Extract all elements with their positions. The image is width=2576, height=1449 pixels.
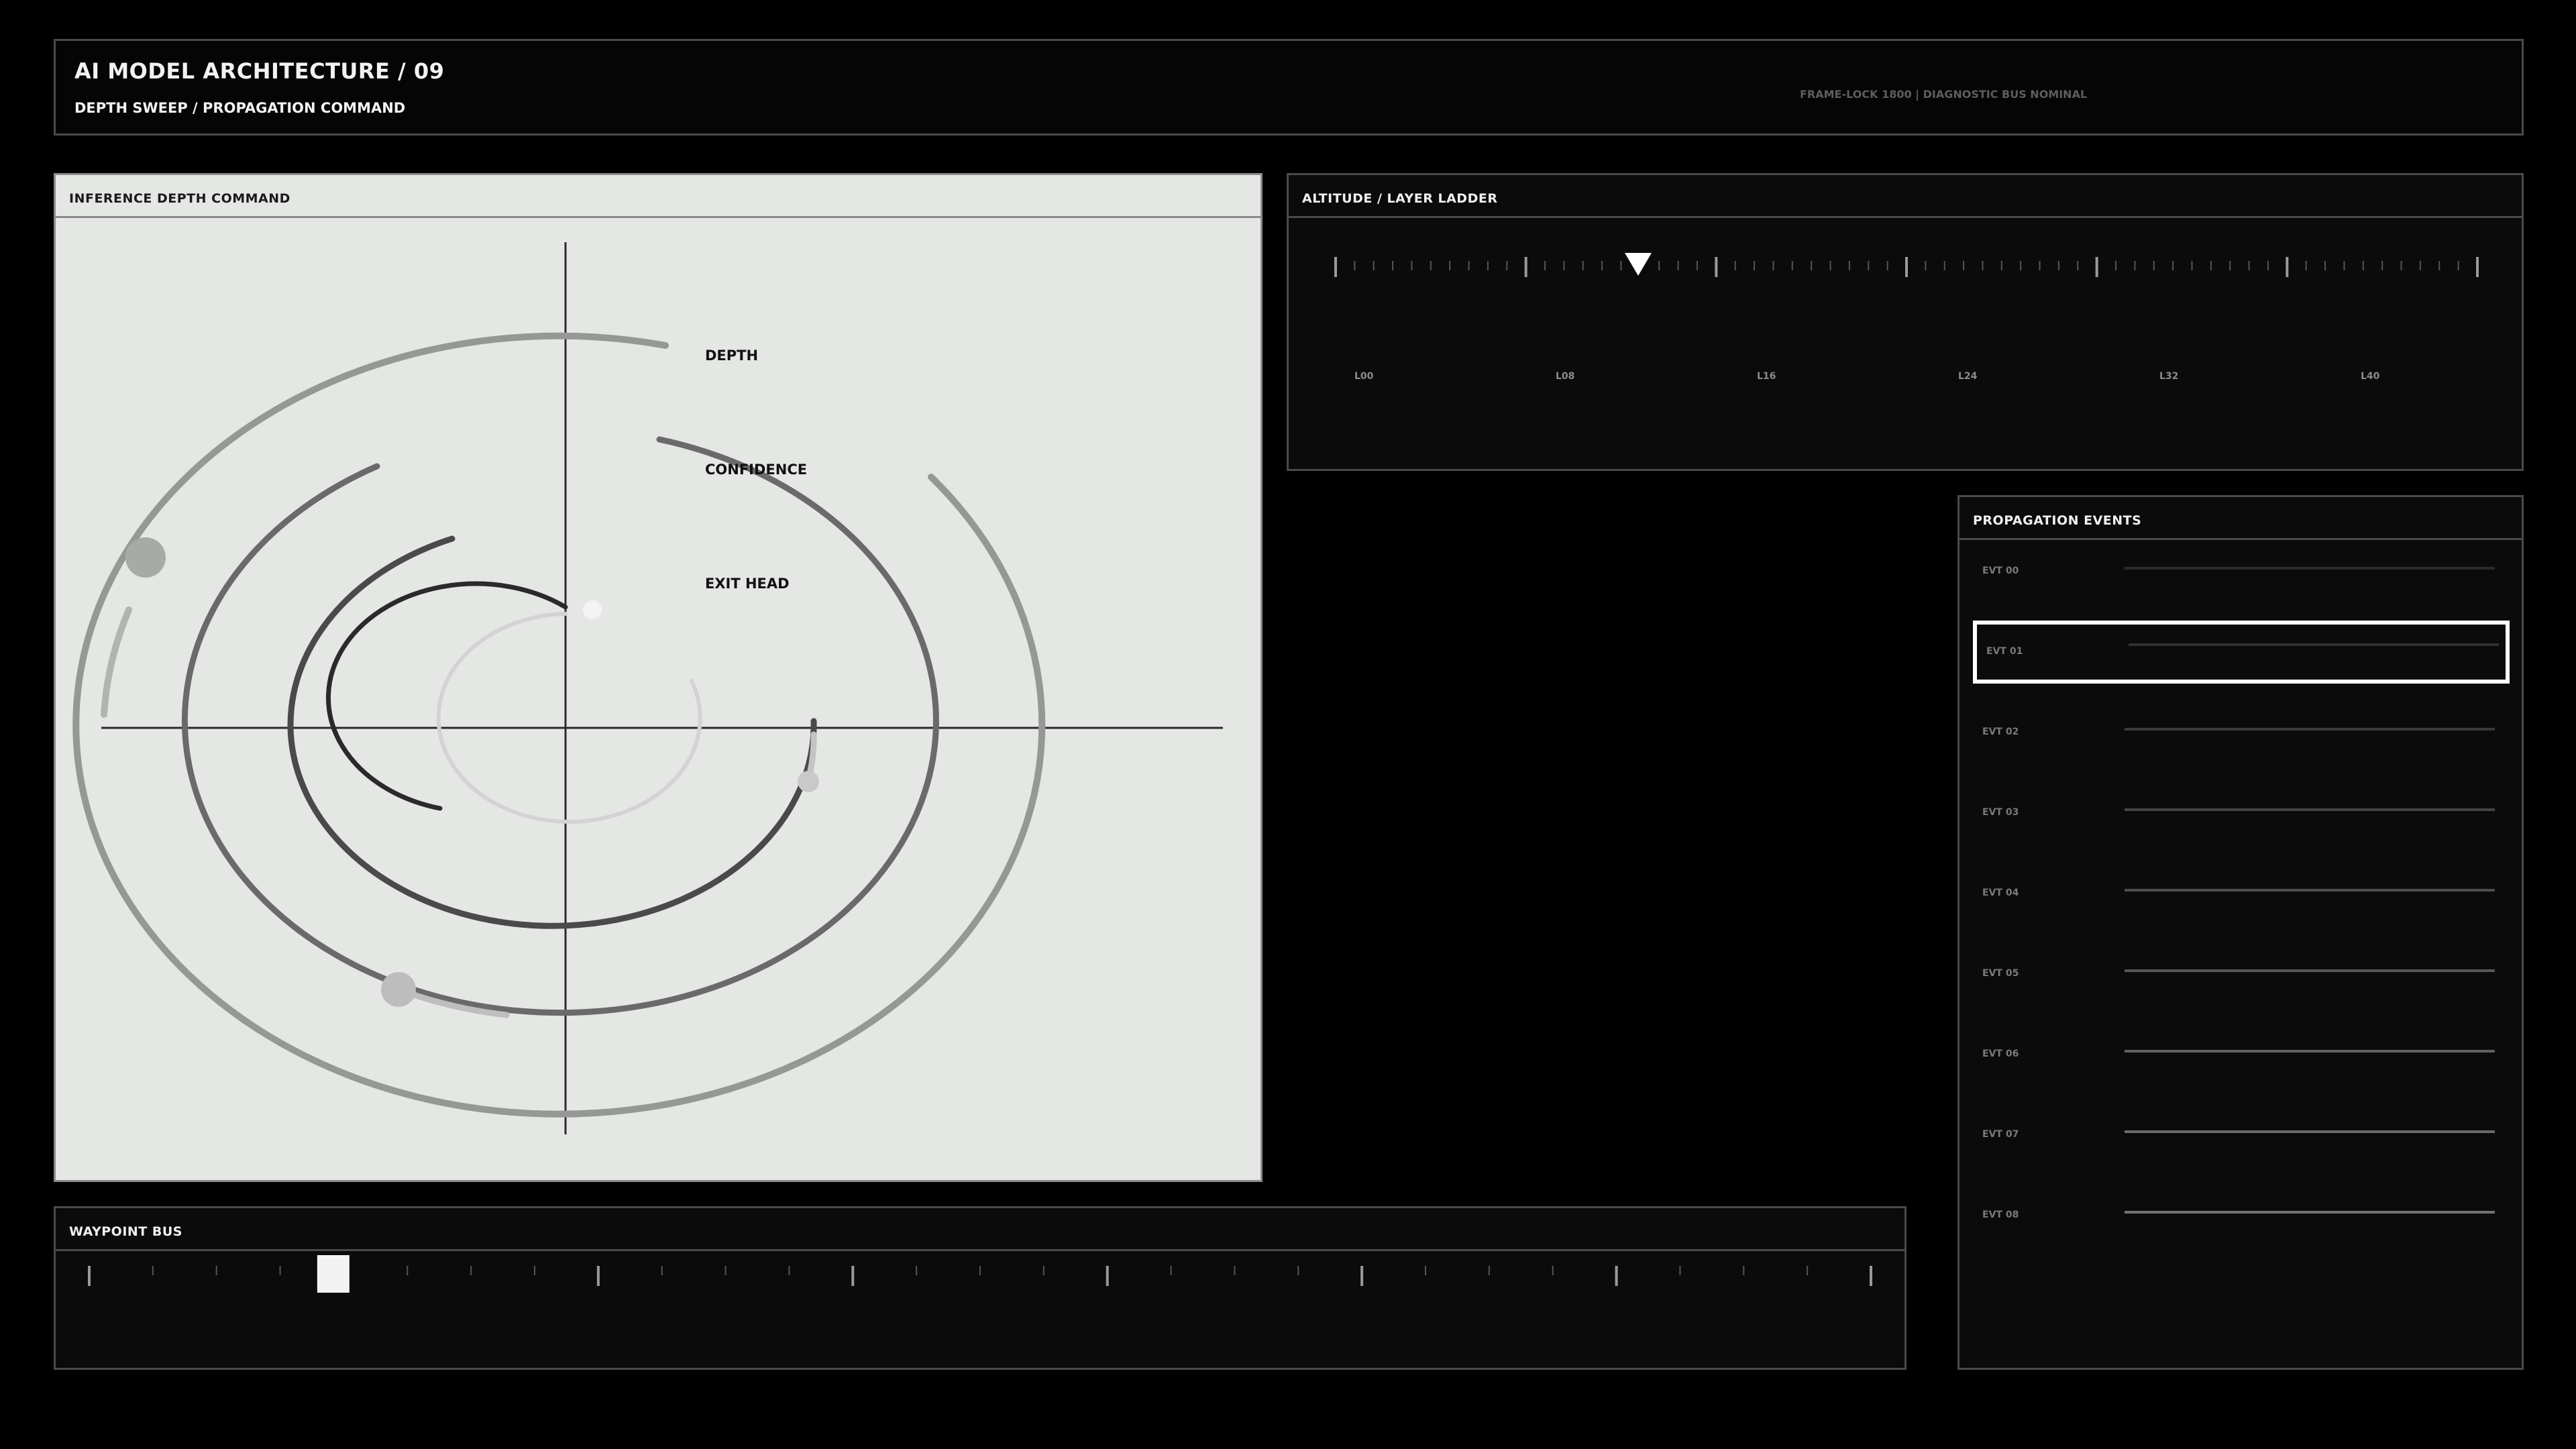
waypoint-marker[interactable] [317, 1255, 350, 1293]
event-label: EVT 01 [1986, 646, 2023, 657]
event-bar [2125, 1050, 2495, 1053]
depth-ring-diagram[interactable]: DEPTH CONFIDENCE EXIT HEAD [56, 218, 1260, 1180]
layer-ladder-panel: ALTITUDE / LAYER LADDER L00 L08 L16 L24 … [1287, 173, 2524, 471]
event-label: EVT 05 [1982, 968, 2019, 979]
ladder-marker[interactable] [1625, 253, 1652, 276]
event-bar [2125, 1130, 2495, 1133]
ladder-ticks [1334, 257, 2479, 277]
event-bar [2129, 643, 2499, 646]
label-depth: DEPTH [705, 347, 758, 364]
ladder-label: L40 [2361, 371, 2380, 382]
depth-ring-outer [72, 332, 1046, 1118]
ladder-label: L08 [1556, 371, 1574, 382]
event-row[interactable]: EVT 03 [1973, 782, 2510, 845]
label-exit-head: EXIT HEAD [705, 576, 790, 592]
inference-panel-title: INFERENCE DEPTH COMMAND [69, 191, 290, 206]
event-bar [2125, 728, 2495, 731]
app-subtitle: DEPTH SWEEP / PROPAGATION COMMAND [74, 100, 406, 116]
event-row[interactable]: EVT 02 [1973, 701, 2510, 764]
event-label: EVT 00 [1982, 566, 2019, 576]
event-row[interactable]: EVT 07 [1973, 1104, 2510, 1167]
event-label: EVT 04 [1982, 888, 2019, 898]
app-title: AI MODEL ARCHITECTURE / 09 [74, 58, 445, 84]
status-readout: FRAME-LOCK 1800 | DIAGNOSTIC BUS NOMINAL [1800, 88, 2088, 101]
ladder-labels: L00 L08 L16 L24 L32 L40 [1354, 371, 2380, 382]
waypoint-bus-panel: WAYPOINT BUS [54, 1206, 1907, 1370]
ring-outer-handle[interactable] [125, 537, 166, 578]
event-label: EVT 03 [1982, 807, 2019, 818]
event-row[interactable]: EVT 05 [1973, 943, 2510, 1006]
waypoint-panel-header: WAYPOINT BUS [56, 1208, 1904, 1251]
propagation-events-panel: PROPAGATION EVENTS EVT 00 EVT 01 EVT 02 … [1957, 495, 2524, 1370]
depth-ring-mid [287, 535, 819, 929]
waypoint-panel-title: WAYPOINT BUS [69, 1224, 182, 1239]
events-panel-title: PROPAGATION EVENTS [1973, 513, 2142, 528]
event-label: EVT 07 [1982, 1129, 2019, 1140]
ring-confidence-handle[interactable] [381, 972, 416, 1007]
waypoint-ticks [88, 1266, 1872, 1286]
event-row[interactable]: EVT 04 [1973, 862, 2510, 925]
event-label: EVT 08 [1982, 1210, 2019, 1220]
event-bar [2125, 889, 2495, 892]
event-label: EVT 02 [1982, 727, 2019, 737]
ladder-label: L00 [1354, 371, 1374, 382]
header-bar: AI MODEL ARCHITECTURE / 09 DEPTH SWEEP /… [54, 39, 2524, 136]
event-bar [2125, 567, 2495, 570]
event-bar [2125, 1211, 2495, 1214]
layer-ladder-scale[interactable]: L00 L08 L16 L24 L32 L40 [1289, 218, 2522, 469]
waypoint-scale[interactable] [56, 1251, 1904, 1368]
event-row-selected[interactable]: EVT 01 [1973, 621, 2510, 684]
inference-depth-panel: INFERENCE DEPTH COMMAND DEPTH CONFIDENCE… [54, 173, 1263, 1182]
ladder-label: L32 [2159, 371, 2178, 382]
event-bar [2125, 969, 2495, 972]
label-confidence: CONFIDENCE [705, 462, 807, 478]
event-row[interactable]: EVT 06 [1973, 1023, 2510, 1086]
ladder-panel-title: ALTITUDE / LAYER LADDER [1302, 191, 1498, 206]
ladder-label: L16 [1757, 371, 1776, 382]
ring-mid-handle[interactable] [798, 771, 819, 792]
events-panel-header: PROPAGATION EVENTS [1960, 497, 2522, 540]
inference-panel-header: INFERENCE DEPTH COMMAND [56, 175, 1260, 218]
ladder-panel-header: ALTITUDE / LAYER LADDER [1289, 175, 2522, 218]
event-label: EVT 06 [1982, 1049, 2019, 1059]
ladder-label: L24 [1958, 371, 1978, 382]
depth-ring-exit [325, 581, 702, 824]
ring-exit-handle[interactable] [583, 600, 602, 619]
event-bar [2125, 808, 2495, 811]
event-row[interactable]: EVT 00 [1973, 540, 2510, 603]
event-row[interactable]: EVT 08 [1973, 1184, 2510, 1247]
